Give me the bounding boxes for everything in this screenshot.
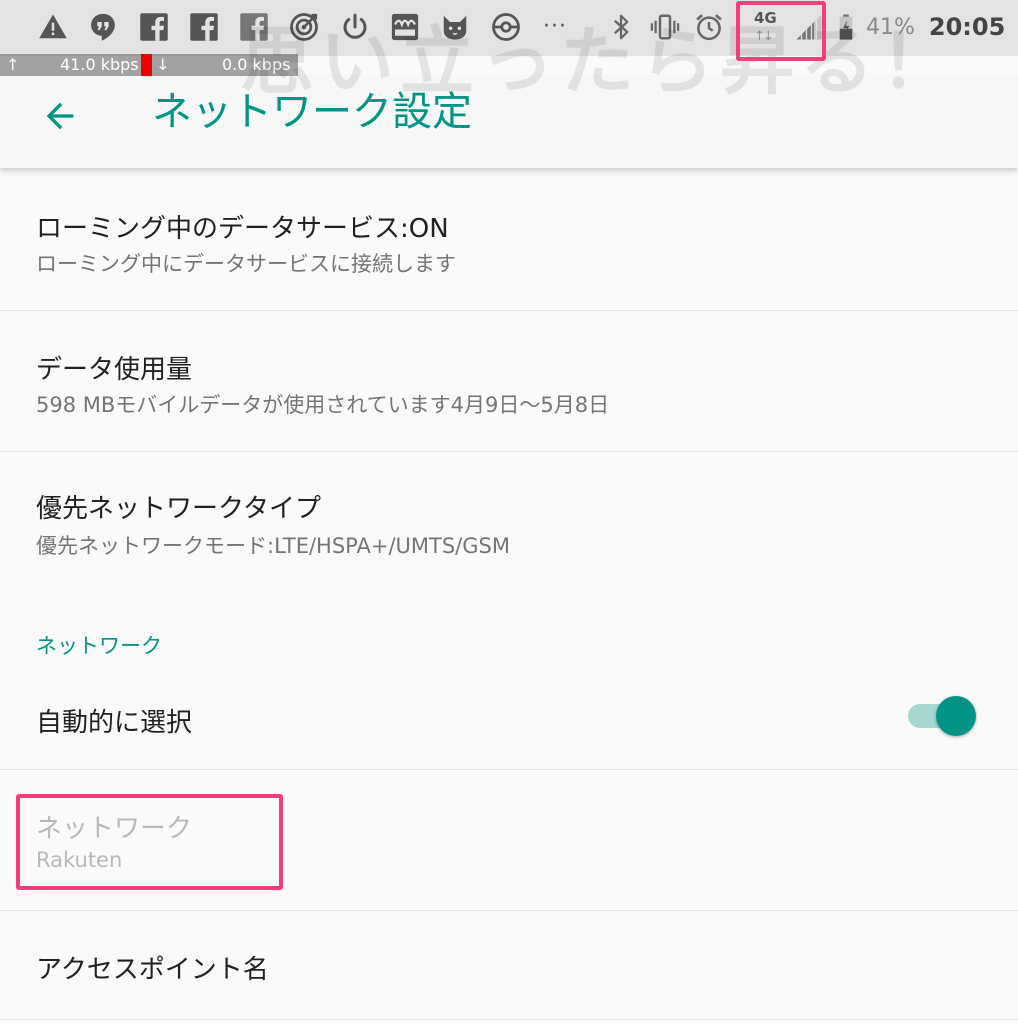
- download-speed: 0.0 kbps: [222, 55, 291, 74]
- rakuma-icon: [388, 10, 422, 44]
- network-section-header: ネットワーク: [36, 634, 162, 658]
- data-activity-icon: ↑↓: [754, 29, 774, 44]
- upload-speed: 41.0 kbps: [60, 55, 139, 74]
- auto-select-setting[interactable]: 自動的に選択: [0, 670, 1018, 768]
- alarm-icon: [692, 10, 726, 44]
- target-icon: [287, 10, 321, 44]
- roaming-summary: ローミング中にデータサービスに接続します: [36, 252, 456, 276]
- back-arrow-icon: [46, 102, 74, 130]
- system-icons: 4G ↑↓ 41% 20:05: [604, 9, 1006, 45]
- network-operator-setting: ネットワーク Rakuten: [0, 770, 1018, 910]
- battery-percent: 41%: [866, 14, 915, 40]
- network-type-label: 4G: [754, 9, 777, 27]
- toggle-thumb: [936, 696, 976, 736]
- facebook-icon: [137, 10, 171, 44]
- download-arrow-icon: ↓: [156, 55, 170, 74]
- vibrate-icon: [648, 10, 682, 44]
- auto-select-title: 自動的に選択: [36, 708, 193, 738]
- cat-icon: [438, 10, 472, 44]
- preferred-network-type-setting[interactable]: 優先ネットワークタイプ 優先ネットワークモード:LTE/HSPA+/UMTS/G…: [0, 452, 1018, 592]
- facebook-lite-icon: [237, 10, 271, 44]
- network-title: ネットワーク: [36, 814, 193, 844]
- data-usage-setting[interactable]: データ使用量 598 MBモバイルデータが使用されています4月9日～5月8日: [0, 311, 1018, 451]
- pokeball-icon: [489, 10, 523, 44]
- bluetooth-icon: [604, 10, 638, 44]
- app-bar: ネットワーク設定: [0, 76, 1018, 168]
- speed-indicator: [141, 54, 152, 76]
- network-speed-meter: ↑ 41.0 kbps ↓ 0.0 kbps: [0, 54, 298, 76]
- auto-select-toggle[interactable]: [906, 694, 978, 738]
- power-icon: [338, 10, 372, 44]
- status-bar: ··· 4G ↑↓ 41% 20:05: [0, 0, 1018, 56]
- roaming-title: ローミング中のデータサービス:ON: [36, 214, 449, 244]
- warning-icon: [36, 10, 70, 44]
- upload-arrow-icon: ↑: [6, 55, 20, 74]
- data-usage-title: データ使用量: [36, 355, 193, 385]
- facebook-icon: [187, 10, 221, 44]
- apn-title: アクセスポイント名: [36, 955, 269, 985]
- data-usage-summary: 598 MBモバイルデータが使用されています4月9日～5月8日: [36, 393, 610, 417]
- status-clock: 20:05: [928, 13, 1006, 41]
- preferred-network-summary: 優先ネットワークモード:LTE/HSPA+/UMTS/GSM: [36, 534, 510, 558]
- preferred-network-title: 優先ネットワークタイプ: [36, 494, 321, 524]
- signal-strength-icon: [792, 10, 826, 44]
- access-point-names-setting[interactable]: アクセスポイント名: [0, 911, 1018, 1019]
- more-notifications-icon: ···: [542, 14, 567, 39]
- network-summary: Rakuten: [36, 848, 123, 872]
- notification-icons: ···: [36, 10, 585, 44]
- network-type-indicator: 4G ↑↓: [752, 9, 788, 45]
- roaming-data-setting[interactable]: ローミング中のデータサービス:ON ローミング中にデータサービスに接続します: [0, 170, 1018, 310]
- battery-icon: [836, 10, 856, 44]
- back-button[interactable]: [34, 90, 86, 142]
- divider: [0, 1019, 1018, 1020]
- hangouts-icon: [86, 10, 120, 44]
- page-title: ネットワーク設定: [152, 89, 472, 135]
